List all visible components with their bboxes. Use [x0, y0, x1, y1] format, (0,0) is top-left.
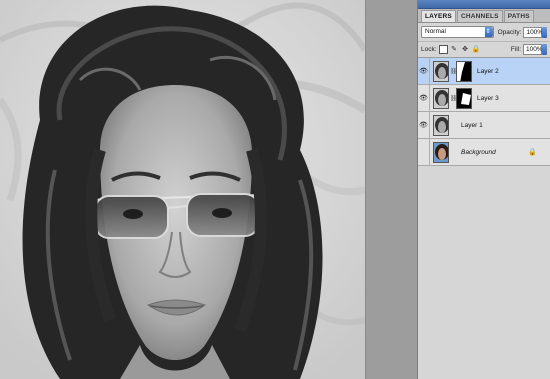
layer-name[interactable]: Background [461, 149, 496, 156]
layer-name[interactable]: Layer 2 [477, 68, 499, 75]
tab-paths[interactable]: PATHS [503, 10, 534, 22]
eye-icon[interactable]: 👁 [418, 111, 430, 139]
opacity-field[interactable]: 100% [523, 26, 543, 38]
layer-thumbnail[interactable] [433, 141, 449, 163]
layer-mask-thumbnail[interactable] [456, 60, 472, 82]
layer-row-layer-1[interactable]: 👁 Layer 1 [418, 111, 550, 139]
layer-row-layer-3[interactable]: 👁 ⛓ Layer 3 [418, 84, 550, 112]
opacity-label: Opacity: [497, 28, 522, 36]
fill-field[interactable]: 100% [523, 44, 543, 55]
layer-thumbnail[interactable] [433, 87, 449, 109]
lock-label: Lock: [421, 46, 437, 53]
fill-label: Fill: [510, 46, 521, 53]
eye-icon[interactable]: 👁 [418, 84, 430, 112]
tab-channels[interactable]: CHANNELS [456, 10, 503, 22]
tab-layers[interactable]: LAYERS [421, 10, 456, 22]
blend-mode-select[interactable]: Normal [421, 26, 494, 38]
lock-row: Lock: ✎ ✥ 🔒 Fill: 100% [418, 42, 550, 58]
layers-list-empty-area[interactable] [418, 166, 550, 366]
fill-slider-toggle[interactable] [542, 44, 547, 55]
layer-thumbnail[interactable] [433, 114, 449, 136]
layers-panel: LAYERS CHANNELS PATHS Normal Opacity: 10… [417, 0, 550, 379]
lock-transparency-icon[interactable] [438, 45, 448, 54]
panel-title-bar[interactable] [418, 0, 550, 9]
brush-icon[interactable]: ✎ [450, 45, 459, 54]
pasteboard [365, 0, 417, 379]
document-canvas[interactable] [0, 0, 365, 379]
dropdown-arrow-icon[interactable] [484, 27, 493, 37]
opacity-slider-toggle[interactable] [542, 26, 547, 38]
photo-image [0, 0, 365, 379]
layer-name[interactable]: Layer 1 [461, 122, 483, 129]
layer-thumbnail[interactable] [433, 60, 449, 82]
lock-icon: 🔒 [528, 148, 537, 156]
lock-icon[interactable]: 🔒 [472, 45, 481, 54]
layer-name[interactable]: Layer 3 [477, 95, 499, 102]
move-icon[interactable]: ✥ [461, 45, 470, 54]
blend-mode-value: Normal [425, 28, 446, 35]
panel-tabs: LAYERS CHANNELS PATHS [418, 9, 550, 23]
blend-row: Normal Opacity: 100% [418, 23, 550, 42]
layer-mask-thumbnail[interactable] [456, 87, 472, 109]
eye-icon[interactable]: 👁 [418, 57, 430, 85]
layer-row-layer-2[interactable]: 👁 ⛓ Layer 2 [418, 57, 550, 85]
layer-row-background[interactable]: Background 🔒 [418, 138, 550, 166]
visibility-toggle-empty[interactable] [418, 138, 430, 166]
